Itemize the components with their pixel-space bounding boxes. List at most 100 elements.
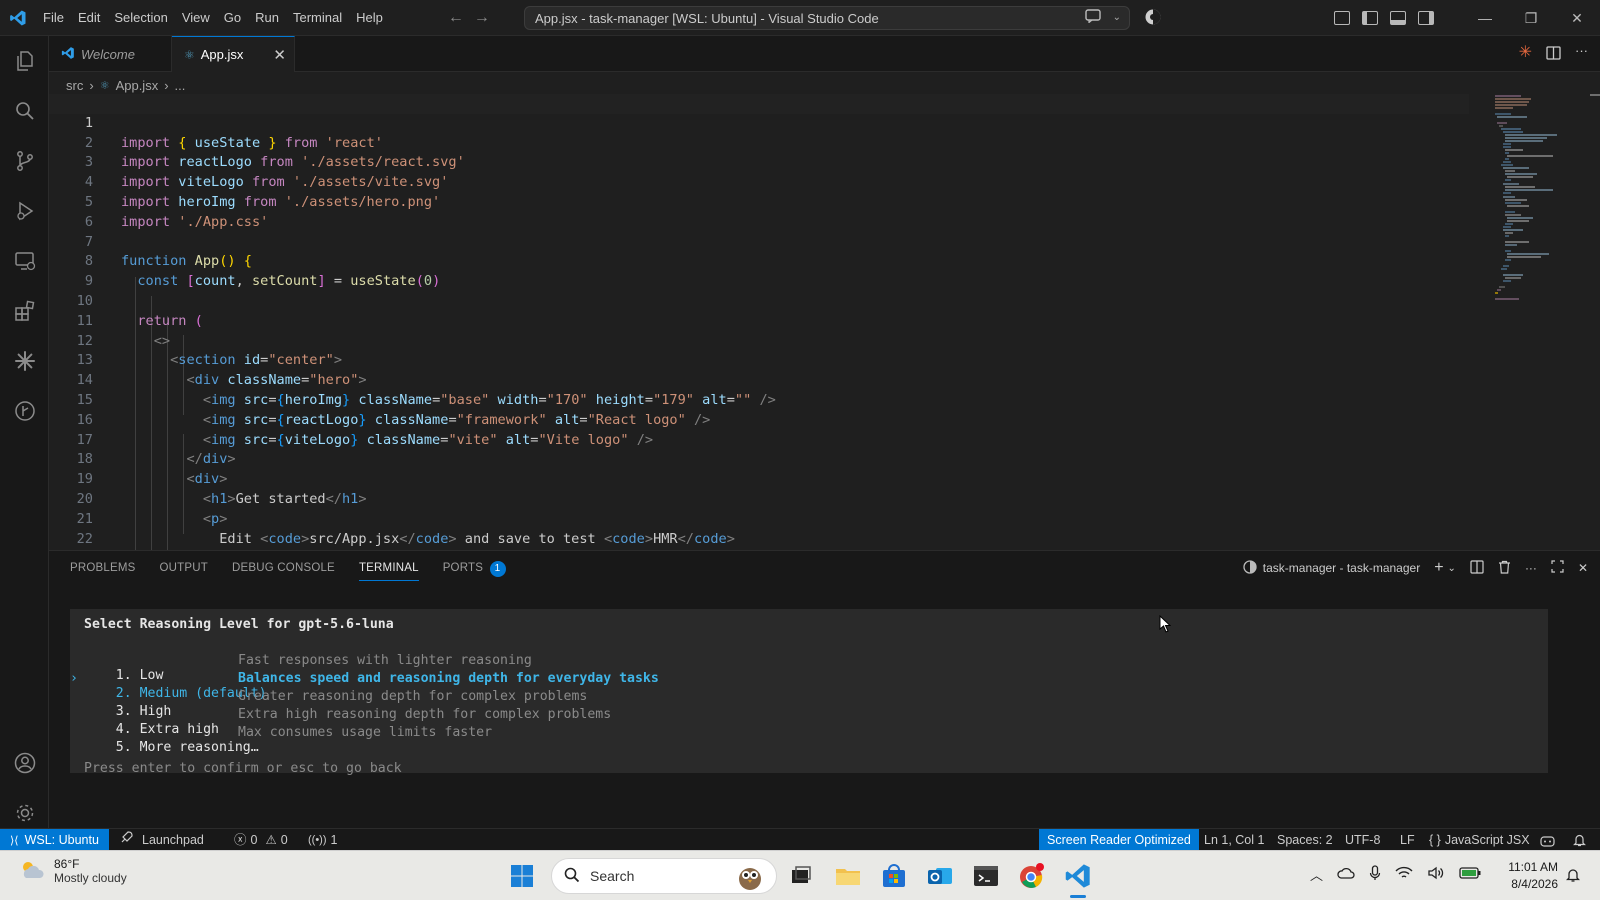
taskbar-search[interactable]: Search — [551, 858, 777, 894]
chevron-down-icon[interactable]: ⌄ — [1448, 563, 1456, 574]
breadcrumb-more[interactable]: ... — [175, 78, 186, 93]
chevron-down-icon[interactable]: ⌄ — [1113, 9, 1121, 27]
layout-controls — [1334, 11, 1434, 25]
screen-reader-indicator[interactable]: Screen Reader Optimized — [1039, 829, 1199, 851]
remote-explorer-icon[interactable] — [0, 236, 49, 286]
chevron-right-icon: › — [164, 77, 169, 93]
code-editor[interactable]: 1 import { useState } from 'react' 2 imp… — [49, 94, 1600, 550]
accounts-icon[interactable] — [0, 738, 49, 788]
vscode-logo-icon — [0, 0, 36, 36]
tab-app-jsx[interactable]: ⚛ App.jsx ✕ — [172, 36, 295, 72]
split-terminal-icon[interactable] — [1470, 559, 1484, 577]
toggle-secondary-sidebar-icon[interactable] — [1418, 11, 1434, 25]
chat-icon[interactable] — [1084, 9, 1103, 27]
search-placeholder: Search — [590, 868, 635, 884]
tab-ports[interactable]: PORTS 1 — [443, 551, 506, 585]
terminal-app-icon[interactable] — [972, 862, 1000, 890]
onedrive-icon[interactable] — [1337, 866, 1355, 883]
tab-welcome[interactable]: Welcome — [49, 36, 172, 72]
explorer-icon[interactable] — [0, 36, 49, 86]
cursor-position[interactable]: Ln 1, Col 1 — [1204, 829, 1264, 851]
terminal-instance[interactable]: task-manager - task-manager — [1243, 559, 1420, 577]
breadcrumb-folder[interactable]: src — [66, 78, 83, 93]
tab-problems[interactable]: PROBLEMS — [70, 551, 136, 585]
toggle-panel-icon[interactable] — [1390, 11, 1406, 25]
editor-scrollbar[interactable] — [1590, 94, 1600, 96]
menu-view[interactable]: View — [175, 6, 217, 30]
copilot-icon[interactable] — [1144, 8, 1162, 29]
clock[interactable]: 11:01 AM 8/4/2026 — [1496, 859, 1558, 893]
vscode-taskbar-icon[interactable] — [1064, 862, 1092, 898]
breadcrumb: src › ⚛ App.jsx › ... — [66, 76, 185, 94]
volume-icon[interactable] — [1427, 866, 1445, 883]
run-debug-icon[interactable] — [0, 186, 49, 236]
remote-indicator[interactable]: ⟩⟨ WSL: Ubuntu — [0, 829, 109, 851]
menu-terminal[interactable]: Terminal — [286, 6, 349, 30]
toggle-primary-sidebar-icon[interactable] — [1362, 11, 1378, 25]
problems-indicator[interactable]: ⓧ 0 ⚠ 0 — [234, 829, 288, 851]
close-tab-icon[interactable]: ✕ — [273, 46, 286, 64]
weather-widget[interactable]: 86°F Mostly cloudy — [18, 857, 127, 885]
tab-label: Welcome — [81, 46, 135, 62]
code-line: 10 return ( — [49, 272, 1469, 329]
command-center[interactable]: App.jsx - task-manager [WSL: Ubuntu] - V… — [524, 6, 1130, 30]
microsoft-store-icon[interactable] — [880, 862, 908, 890]
customize-layout-icon[interactable] — [1334, 11, 1350, 25]
bell-icon[interactable] — [1573, 829, 1586, 851]
microphone-icon[interactable] — [1369, 865, 1381, 884]
launchpad-item[interactable]: Launchpad — [120, 829, 204, 851]
back-arrow-icon[interactable]: ← — [448, 9, 464, 27]
end-of-line[interactable]: LF — [1400, 829, 1415, 851]
restore-button[interactable]: ❐ — [1508, 0, 1554, 36]
menu-selection[interactable]: Selection — [107, 6, 174, 30]
tab-terminal[interactable]: TERMINAL — [358, 551, 419, 585]
menu-help[interactable]: Help — [349, 6, 390, 30]
extensions-icon[interactable] — [0, 286, 49, 336]
new-terminal-icon[interactable]: + — [1434, 559, 1443, 577]
forward-arrow-icon[interactable]: → — [474, 9, 490, 27]
search-icon — [564, 867, 580, 886]
copilot-status-icon[interactable] — [1540, 829, 1555, 851]
wifi-icon[interactable] — [1395, 866, 1413, 883]
task-view-icon[interactable] — [787, 862, 815, 890]
code-line: 12 <section id="center"> — [49, 312, 1469, 369]
language-mode[interactable]: { } JavaScript JSX — [1429, 829, 1530, 851]
maximize-panel-icon[interactable] — [1551, 560, 1564, 576]
outlook-icon[interactable] — [926, 862, 954, 890]
trash-icon[interactable] — [1498, 560, 1511, 577]
menu-run[interactable]: Run — [248, 6, 286, 30]
antenna-icon: ((•)) — [308, 834, 327, 846]
close-panel-icon[interactable]: ✕ — [1578, 561, 1588, 575]
tab-debug-console[interactable]: DEBUG CONSOLE — [232, 551, 335, 585]
claude-code-icon[interactable]: ✳ — [1519, 45, 1532, 63]
code-line: 22 </p> — [49, 510, 1469, 547]
search-icon[interactable] — [0, 86, 49, 136]
menu-go[interactable]: Go — [217, 6, 248, 30]
code-line: 2 import reactLogo from './assets/react.… — [49, 114, 1469, 171]
notification-icon[interactable] — [1565, 867, 1581, 886]
indentation[interactable]: Spaces: 2 — [1277, 829, 1333, 851]
breadcrumb-file[interactable]: App.jsx — [116, 78, 159, 93]
source-control-icon[interactable] — [0, 136, 49, 186]
tab-output[interactable]: OUTPUT — [160, 551, 208, 585]
forwarded-ports-indicator[interactable]: ((•)) 1 — [308, 829, 337, 851]
more-actions-icon[interactable]: ··· — [1575, 44, 1588, 63]
minimize-button[interactable]: — — [1462, 0, 1508, 36]
more-actions-icon[interactable]: ··· — [1525, 561, 1537, 575]
menu-edit[interactable]: Edit — [71, 6, 107, 30]
claude-icon[interactable] — [0, 336, 49, 386]
encoding[interactable]: UTF-8 — [1345, 829, 1380, 851]
chevron-up-icon[interactable]: ︿ — [1310, 865, 1323, 884]
github-actions-icon[interactable] — [0, 386, 49, 436]
file-explorer-icon[interactable] — [834, 862, 862, 890]
chrome-icon[interactable] — [1018, 862, 1046, 890]
battery-icon[interactable] — [1459, 866, 1481, 883]
split-editor-icon[interactable] — [1546, 46, 1561, 63]
menu-file[interactable]: File — [36, 6, 71, 30]
windows-start-icon[interactable] — [510, 864, 534, 891]
warning-icon: ⚠ — [265, 833, 277, 847]
close-window-button[interactable]: ✕ — [1554, 0, 1600, 36]
code-line: 23 </div> — [49, 530, 1469, 550]
code-line: 21 Edit <code>src/App.jsx</code> and sav… — [49, 490, 1469, 547]
minimap[interactable] — [1493, 94, 1563, 304]
